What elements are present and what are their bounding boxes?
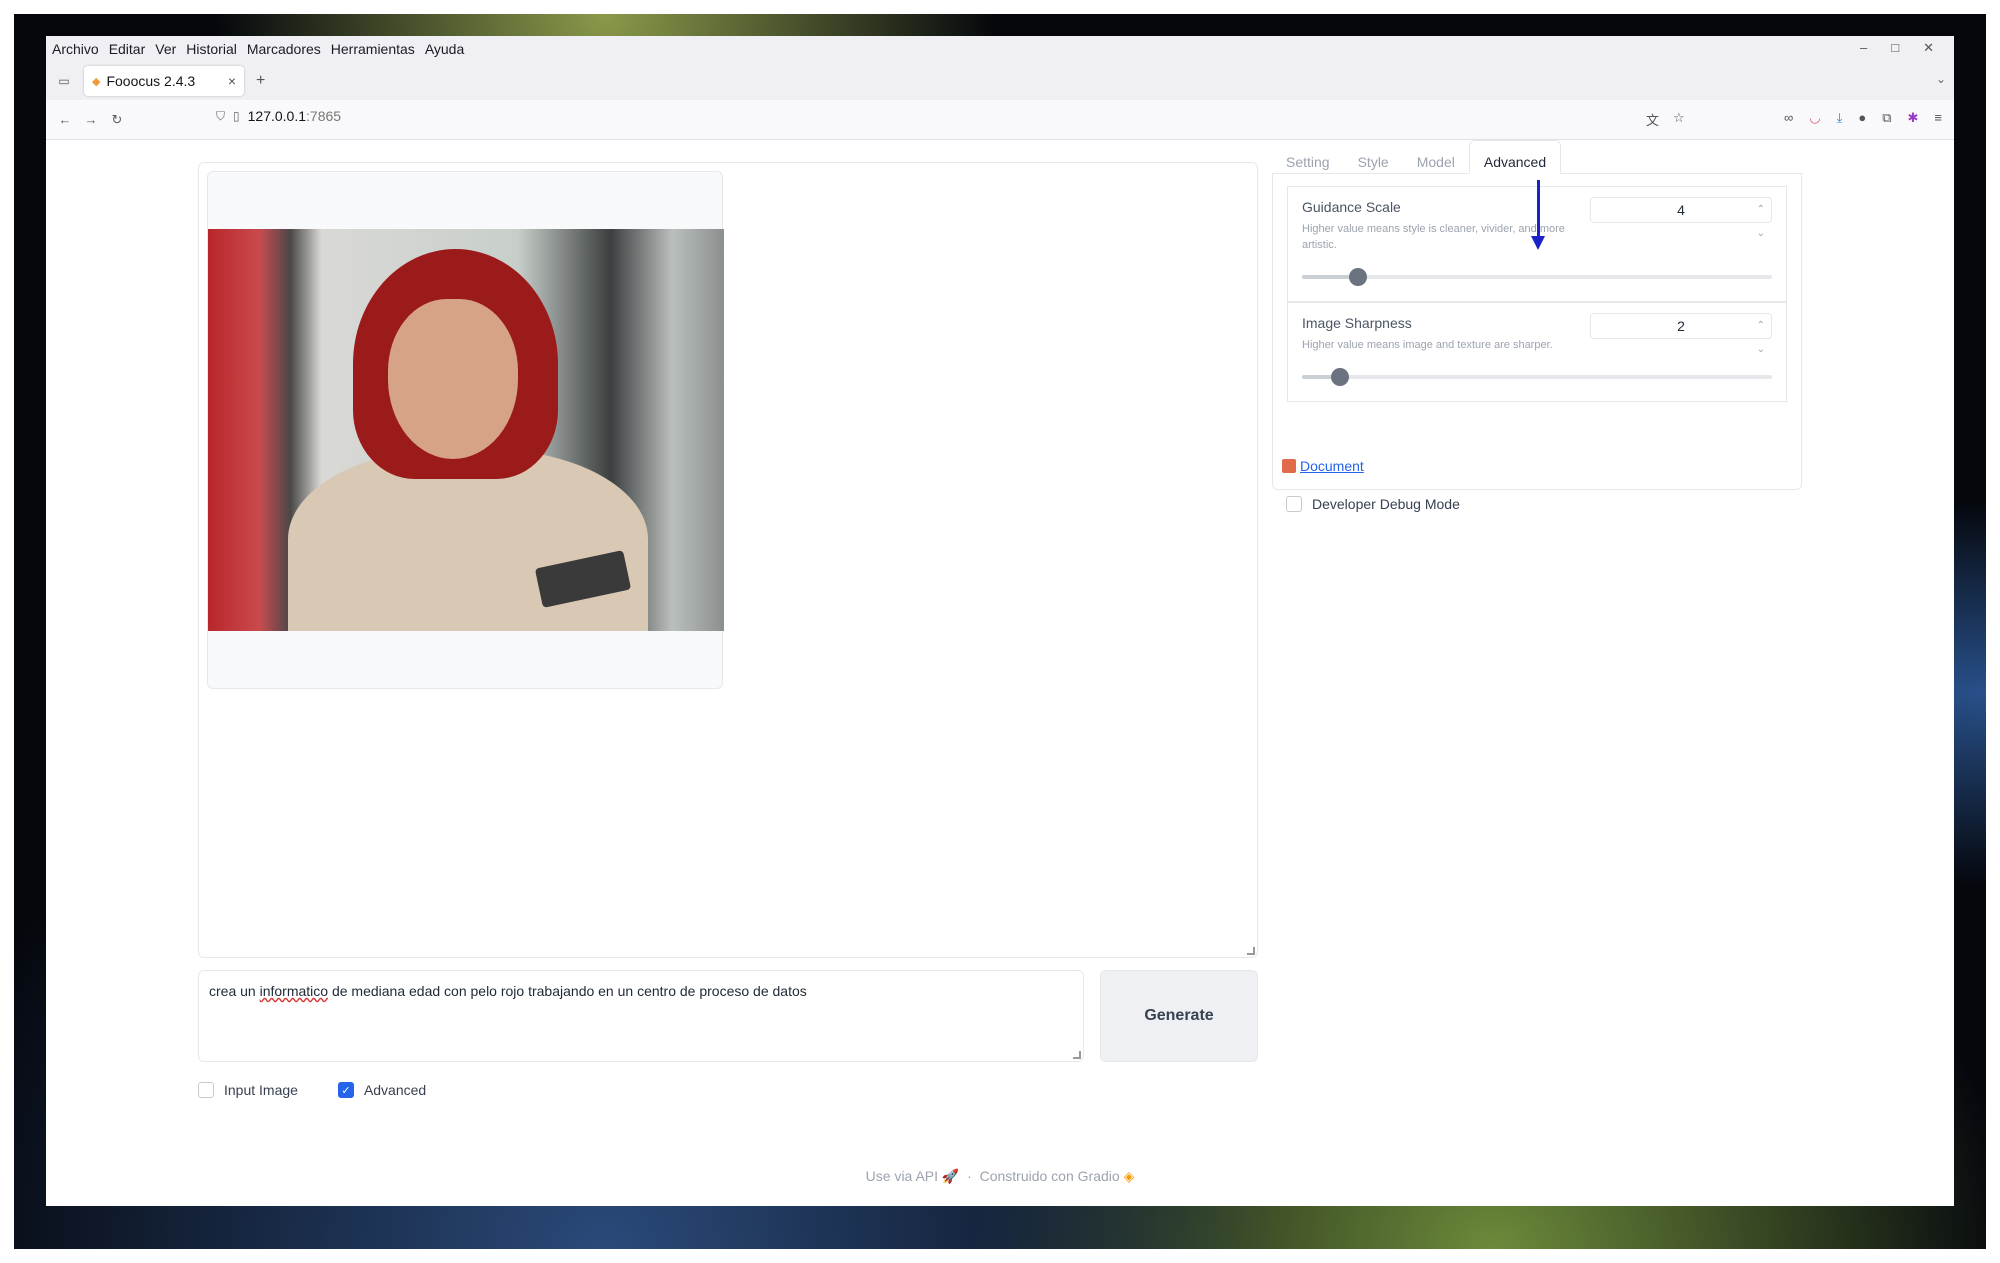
forward-icon[interactable]: → bbox=[78, 112, 104, 127]
shield-icon[interactable]: ⛉ bbox=[216, 109, 225, 124]
spinner-icon[interactable]: ⌃ ⌄ bbox=[1757, 314, 1765, 362]
tab-list-icon[interactable]: ▭ bbox=[50, 74, 78, 88]
image-sharpness-block: Image Sharpness Higher value means image… bbox=[1287, 302, 1787, 402]
spinner-icon[interactable]: ⌃ ⌄ bbox=[1757, 198, 1765, 246]
rocket-icon: 🚀 bbox=[941, 1168, 960, 1184]
options-checkboxes: Input Image ✓ Advanced bbox=[198, 1082, 426, 1098]
extension-icon[interactable]: ✱ bbox=[1908, 110, 1919, 126]
hamburger-menu-icon[interactable]: ≡ bbox=[1934, 110, 1942, 126]
tab-close-icon[interactable]: × bbox=[228, 73, 236, 89]
prompt-text-end: de mediana edad con pelo rojo trabajando… bbox=[328, 983, 807, 999]
menu-editar[interactable]: Editar bbox=[109, 41, 146, 57]
bookmark-star-icon[interactable]: ☆ bbox=[1673, 110, 1685, 129]
menu-herramientas[interactable]: Herramientas bbox=[331, 41, 415, 57]
slider-thumb[interactable] bbox=[1330, 368, 1349, 386]
annotation-arrow-shaft bbox=[1537, 180, 1540, 242]
extensions-icon[interactable]: ⧉ bbox=[1882, 110, 1891, 126]
browser-tab[interactable]: ◆ Fooocus 2.4.3 × bbox=[84, 66, 244, 96]
tab-model[interactable]: Model bbox=[1403, 140, 1469, 173]
menu-ver[interactable]: Ver bbox=[155, 41, 176, 57]
menu-ayuda[interactable]: Ayuda bbox=[425, 41, 464, 57]
guidance-scale-input[interactable]: 4 ⌃ ⌄ bbox=[1590, 197, 1772, 239]
developer-debug-row[interactable]: Developer Debug Mode bbox=[1286, 496, 1460, 512]
book-icon bbox=[1282, 459, 1296, 473]
url-host: 127.0.0.1 bbox=[247, 108, 307, 124]
translate-icon[interactable]: 文 bbox=[1646, 110, 1659, 129]
image-sharpness-slider[interactable] bbox=[1302, 368, 1772, 386]
image-sharpness-info: Higher value means image and texture are… bbox=[1302, 339, 1553, 351]
back-icon[interactable]: ← bbox=[52, 112, 78, 127]
toolbar-icons: ∞ ◡ ⤓ ● ⧉ ✱ ≡ bbox=[1784, 110, 1942, 126]
prompt-textarea[interactable]: crea un informatico de mediana edad con … bbox=[198, 970, 1084, 1062]
tab-overflow-chevron-icon[interactable]: ⌄ bbox=[1936, 72, 1946, 86]
menu-marcadores[interactable]: Marcadores bbox=[247, 41, 321, 57]
maximize-icon[interactable]: □ bbox=[1891, 40, 1899, 56]
account-icon[interactable]: ● bbox=[1858, 110, 1866, 126]
advanced-label: Advanced bbox=[363, 1082, 427, 1098]
address-actions: 文 ☆ bbox=[1646, 110, 1685, 129]
resize-handle-icon[interactable] bbox=[1247, 947, 1255, 955]
input-image-label: Input Image bbox=[224, 1082, 298, 1098]
prompt-misspelled-word: informatico bbox=[259, 983, 329, 999]
tab-bar: ▭ ◆ Fooocus 2.4.3 × + ⌄ bbox=[46, 62, 1954, 100]
developer-debug-checkbox[interactable] bbox=[1286, 496, 1302, 512]
menu-archivo[interactable]: Archivo bbox=[52, 41, 99, 57]
document-link[interactable]: Document bbox=[1282, 458, 1364, 474]
input-image-checkbox[interactable] bbox=[198, 1082, 214, 1098]
close-window-icon[interactable]: ✕ bbox=[1923, 40, 1934, 56]
window-controls: – □ ✕ bbox=[1860, 40, 1944, 56]
image-sharpness-input[interactable]: 2 ⌃ ⌄ bbox=[1590, 313, 1772, 355]
page-icon: ▯ bbox=[233, 109, 240, 123]
mask-icon[interactable]: ∞ bbox=[1784, 110, 1793, 126]
footer: Use via API 🚀 · Construido con Gradio ◈ bbox=[46, 1168, 1954, 1185]
browser-window: Archivo Editar Ver Historial Marcadores … bbox=[46, 36, 1954, 1206]
generate-button[interactable]: Generate bbox=[1100, 970, 1258, 1062]
url-port: :7865 bbox=[306, 108, 342, 124]
reload-icon[interactable]: ↻ bbox=[104, 112, 130, 128]
tab-setting[interactable]: Setting bbox=[1272, 140, 1344, 173]
advanced-checkbox-row[interactable]: ✓ Advanced bbox=[337, 1082, 427, 1098]
settings-tabs: Setting Style Model Advanced bbox=[1272, 140, 1802, 174]
footer-separator: · bbox=[967, 1168, 972, 1184]
url-bar[interactable]: ⛉ ▯ 127.0.0.1:7865 bbox=[216, 108, 341, 124]
guidance-scale-info: Higher value means style is cleaner, viv… bbox=[1302, 223, 1565, 251]
pocket-icon[interactable]: ◡ bbox=[1809, 110, 1820, 126]
use-via-api-link[interactable]: Use via API bbox=[866, 1168, 938, 1184]
fooocus-page: crea un informatico de mediana edad con … bbox=[46, 140, 1954, 1206]
image-sharpness-value: 2 bbox=[1677, 318, 1685, 334]
tab-style[interactable]: Style bbox=[1344, 140, 1403, 173]
prompt-text-start: crea un bbox=[209, 983, 260, 999]
menu-bar: Archivo Editar Ver Historial Marcadores … bbox=[46, 36, 1954, 62]
advanced-checkbox[interactable]: ✓ bbox=[337, 1082, 354, 1098]
slider-thumb[interactable] bbox=[1349, 268, 1368, 286]
generated-image[interactable] bbox=[208, 229, 724, 631]
annotation-arrow-head-icon bbox=[1531, 236, 1545, 250]
menu-historial[interactable]: Historial bbox=[186, 41, 237, 57]
developer-debug-label: Developer Debug Mode bbox=[1312, 496, 1460, 512]
document-link-text[interactable]: Document bbox=[1300, 458, 1364, 474]
tab-advanced[interactable]: Advanced bbox=[1468, 140, 1562, 174]
gradio-logo-icon: ◈ bbox=[1123, 1168, 1135, 1184]
favicon-icon: ◆ bbox=[92, 75, 101, 88]
tab-title: Fooocus 2.4.3 bbox=[106, 73, 196, 89]
textarea-resize-handle-icon[interactable] bbox=[1073, 1051, 1081, 1059]
minimize-icon[interactable]: – bbox=[1860, 40, 1867, 56]
guidance-scale-value: 4 bbox=[1677, 202, 1685, 218]
download-icon[interactable]: ⤓ bbox=[1837, 110, 1843, 126]
built-with-gradio-link[interactable]: Construido con Gradio bbox=[980, 1168, 1120, 1184]
navigation-bar: ← → ↻ ⛉ ▯ 127.0.0.1:7865 文 ☆ ∞ ◡ ⤓ ● ⧉ ✱… bbox=[46, 100, 1954, 140]
gallery-image-card[interactable] bbox=[207, 171, 724, 689]
new-tab-icon[interactable]: + bbox=[256, 72, 265, 90]
guidance-scale-slider[interactable] bbox=[1302, 268, 1772, 286]
output-gallery bbox=[198, 162, 1258, 958]
input-image-checkbox-row[interactable]: Input Image bbox=[198, 1082, 298, 1098]
